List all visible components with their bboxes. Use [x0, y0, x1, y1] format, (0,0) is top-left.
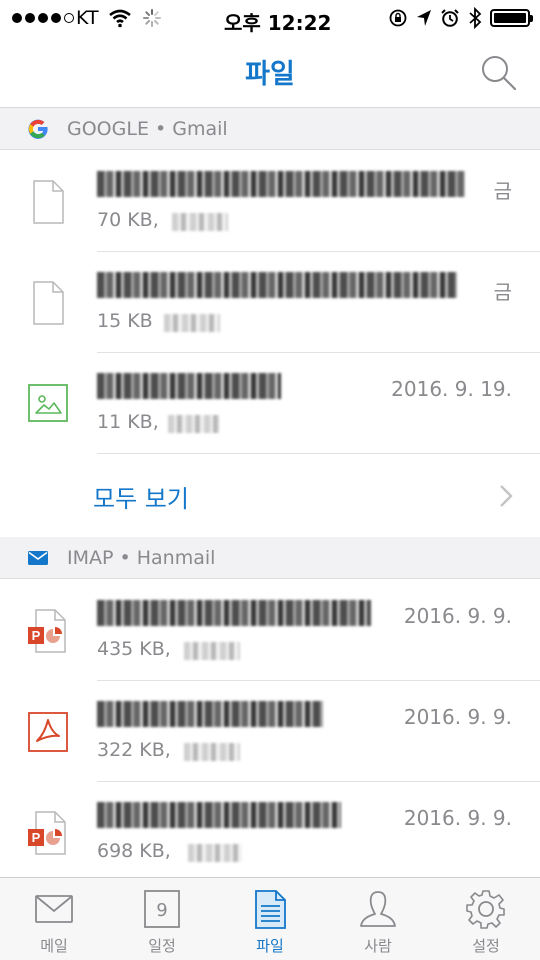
section-header-gmail: GOOGLE • Gmail — [0, 108, 540, 150]
google-icon — [27, 118, 49, 140]
files-icon — [255, 890, 286, 929]
person-icon — [360, 891, 396, 927]
file-row[interactable]: P 435 KB, 2016. 9. 9. — [0, 580, 540, 681]
file-row[interactable]: 322 KB, 2016. 9. 9. — [0, 681, 540, 782]
file-row[interactable]: P 698 KB, 2016. 9. 9. — [0, 782, 540, 883]
redacted-sender — [164, 314, 220, 332]
tab-label: 설정 — [472, 937, 500, 955]
svg-text:P: P — [32, 628, 41, 643]
status-bar: KT 오후 12:22 — [0, 0, 540, 36]
redacted-sender — [184, 743, 240, 761]
file-size: 435 KB, — [97, 638, 171, 660]
tab-label: 파일 — [256, 937, 284, 955]
calendar-icon: 9 — [141, 888, 183, 930]
svg-text:P: P — [32, 830, 41, 845]
tab-label: 일정 — [148, 937, 176, 955]
battery-icon — [490, 9, 533, 27]
file-date: 2016. 9. 9. — [403, 806, 512, 830]
row-divider — [97, 453, 540, 454]
navigation-bar: 파일 — [0, 36, 540, 108]
calendar-day: 9 — [156, 900, 168, 921]
section-header-hanmail: IMAP • Hanmail — [0, 537, 540, 579]
alarm-icon — [441, 9, 459, 27]
file-size: 11 KB, — [97, 411, 159, 433]
tab-label: 사람 — [364, 937, 392, 955]
document-icon — [33, 281, 64, 325]
mail-icon — [35, 895, 73, 923]
powerpoint-icon: P — [28, 811, 66, 855]
tab-mail[interactable]: 메일 — [0, 878, 108, 960]
file-name-redacted — [97, 600, 371, 626]
clock: 오후 12:22 — [224, 11, 332, 35]
tab-people[interactable]: 사람 — [324, 878, 432, 960]
file-row[interactable]: 15 KB 금 — [0, 252, 540, 353]
loading-spinner-icon — [143, 9, 161, 27]
file-name-redacted — [97, 272, 457, 298]
tab-settings[interactable]: 설정 — [432, 878, 540, 960]
file-size: 322 KB, — [97, 739, 171, 761]
redacted-sender — [188, 844, 242, 862]
file-date: 금 — [493, 179, 512, 203]
wifi-icon — [109, 9, 131, 28]
see-all-label: 모두 보기 — [93, 485, 189, 513]
rotation-lock-icon — [389, 9, 407, 27]
redacted-sender — [168, 415, 220, 433]
carrier-label: KT — [76, 7, 99, 29]
section-header-label: IMAP • Hanmail — [67, 546, 216, 569]
powerpoint-icon: P — [28, 609, 66, 653]
file-name-redacted — [97, 701, 323, 727]
file-name-redacted — [97, 373, 281, 399]
search-icon[interactable] — [478, 52, 518, 92]
file-size: 15 KB — [97, 310, 153, 332]
pdf-icon — [28, 712, 68, 752]
file-row[interactable]: 11 KB, 2016. 9. 19. — [0, 353, 540, 454]
file-name-redacted — [97, 171, 465, 197]
file-date: 2016. 9. 19. — [391, 377, 512, 401]
file-size: 70 KB, — [97, 209, 159, 231]
document-icon — [33, 180, 64, 224]
redacted-sender — [172, 213, 228, 231]
tab-label: 메일 — [40, 937, 68, 955]
tab-files[interactable]: 파일 — [216, 878, 324, 960]
image-icon — [28, 384, 68, 422]
redacted-sender — [184, 642, 240, 660]
location-icon — [417, 10, 431, 26]
file-name-redacted — [97, 802, 341, 828]
file-date: 2016. 9. 9. — [403, 705, 512, 729]
chevron-right-icon — [500, 485, 513, 507]
page-title: 파일 — [245, 59, 295, 90]
section-header-label: GOOGLE • Gmail — [67, 117, 228, 140]
tab-calendar[interactable]: 9 일정 — [108, 878, 216, 960]
gear-icon — [466, 890, 505, 929]
file-size: 698 KB, — [97, 840, 171, 862]
file-date: 2016. 9. 9. — [403, 604, 512, 628]
bluetooth-icon — [469, 7, 482, 29]
see-all-button[interactable]: 모두 보기 — [0, 455, 540, 537]
mail-icon — [27, 547, 49, 569]
tab-bar: 메일 9 일정 파일 사람 설정 — [0, 877, 540, 960]
file-date: 금 — [493, 280, 512, 304]
signal-strength-icon — [12, 13, 74, 23]
file-row[interactable]: 70 KB, 금 — [0, 151, 540, 252]
